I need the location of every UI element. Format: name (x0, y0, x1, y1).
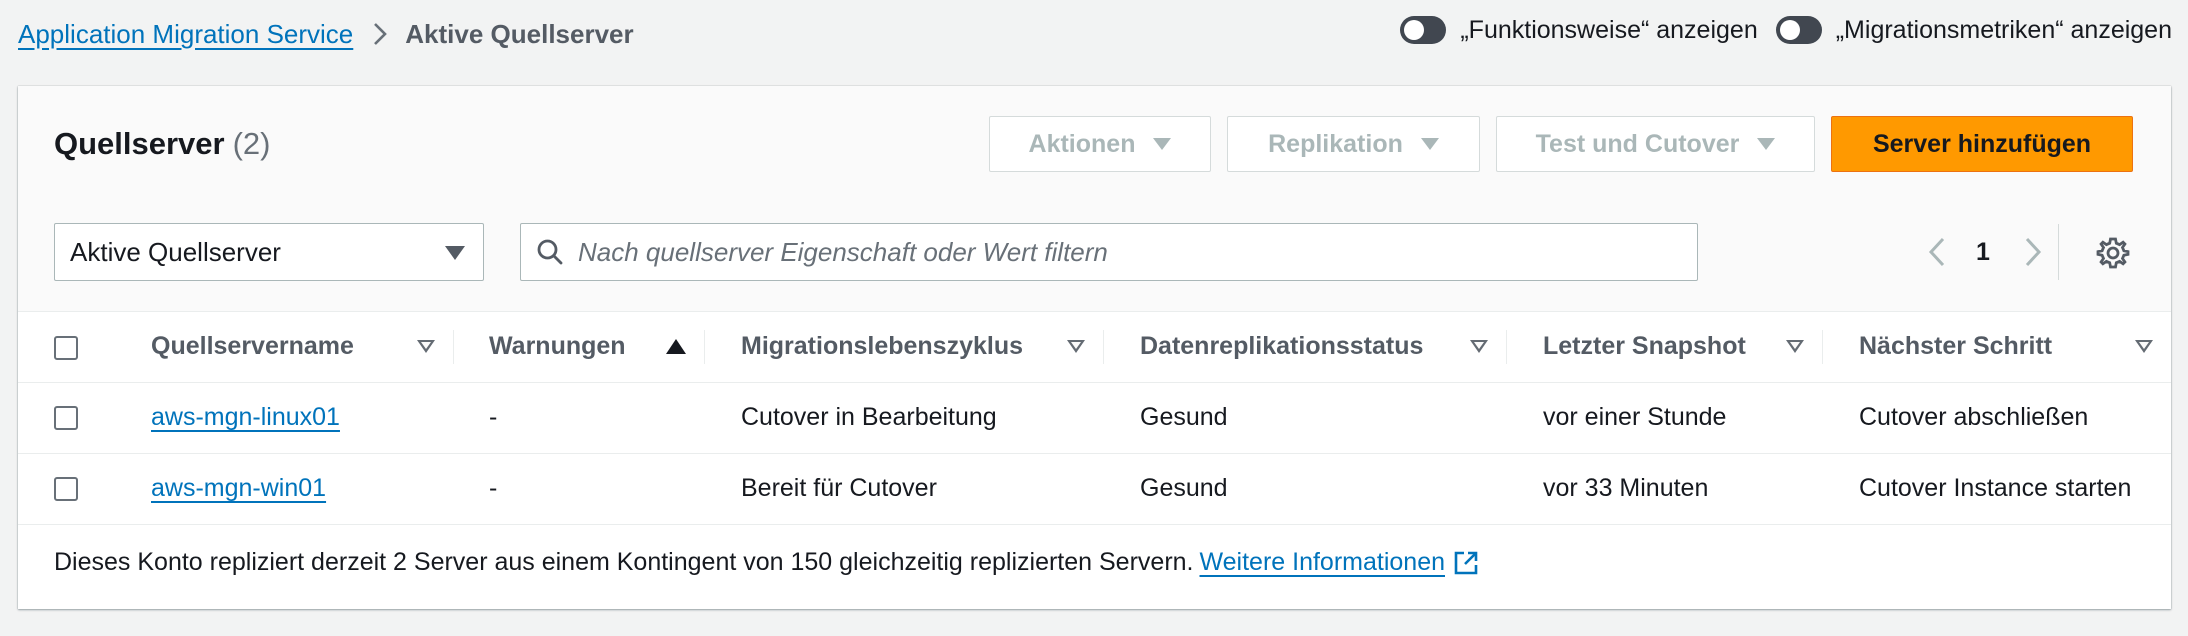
sort-icon (417, 340, 435, 354)
lifecycle-cell: Bereit für Cutover (704, 453, 1103, 525)
chevron-right-icon (373, 22, 388, 46)
quota-footer: Dieses Konto repliziert derzeit 2 Server… (54, 548, 1479, 577)
current-page[interactable]: 1 (1976, 238, 1990, 267)
col-warnings[interactable]: Warnungen (453, 312, 704, 383)
breadcrumb-link-service[interactable]: Application Migration Service (18, 19, 353, 50)
sort-icon (1786, 340, 1804, 354)
select-all-cell (18, 312, 151, 383)
pagination: 1 (1928, 223, 2042, 281)
test-cutover-label: Test und Cutover (1535, 129, 1740, 158)
table-header-row: Quellservername Warnungen Migrationslebe… (18, 312, 2171, 383)
toggle-migration-metrics: „Migrationsmetriken“ anzeigen (1775, 15, 2172, 45)
col-replication[interactable]: Datenreplikationsstatus (1103, 312, 1506, 383)
next-page-icon[interactable] (2024, 237, 2042, 267)
sort-icon (2135, 340, 2153, 354)
sort-icon (1067, 340, 1085, 354)
actions-label: Aktionen (1028, 129, 1136, 158)
col-snapshot[interactable]: Letzter Snapshot (1506, 312, 1822, 383)
row-select-cell (18, 453, 151, 525)
table-row[interactable]: aws-mgn-win01 - Bereit für Cutover Gesun… (18, 453, 2171, 525)
external-link-icon[interactable] (1453, 550, 1479, 576)
replication-cell: Gesund (1103, 453, 1506, 525)
lifecycle-cell: Cutover in Bearbeitung (704, 382, 1103, 454)
breadcrumb-current: Aktive Quellserver (405, 18, 634, 49)
caret-down-icon (1153, 138, 1172, 150)
breadcrumb: Application Migration Service Aktive Que… (18, 16, 634, 52)
migration-metrics-label: „Migrationsmetriken“ anzeigen (1835, 15, 2172, 44)
search-input[interactable] (578, 236, 1678, 268)
warnings-cell: - (453, 382, 704, 454)
col-name[interactable]: Quellservername (151, 312, 453, 383)
sort-icon (1470, 340, 1488, 354)
learn-more-link[interactable]: Weitere Informationen (1200, 548, 1446, 577)
next-step-cell: Cutover Instance starten (1822, 453, 2171, 525)
col-lifecycle[interactable]: Migrationslebenszyklus (704, 312, 1103, 383)
add-server-button[interactable]: Server hinzufügen (1831, 116, 2133, 172)
col-snapshot-label: Letzter Snapshot (1543, 332, 1746, 361)
row-select-cell (18, 382, 151, 454)
quota-text: Dieses Konto repliziert derzeit 2 Server… (54, 548, 1194, 576)
caret-down-icon (1420, 138, 1439, 150)
how-it-works-label: „Funktionsweise“ anzeigen (1460, 15, 1758, 44)
row-checkbox[interactable] (54, 477, 78, 502)
replication-button[interactable]: Replikation (1227, 116, 1480, 172)
col-next-step[interactable]: Nächster Schritt (1822, 312, 2171, 383)
col-lifecycle-label: Migrationslebenszyklus (741, 332, 1024, 361)
server-name-cell: aws-mgn-win01 (151, 453, 453, 525)
replication-label: Replikation (1268, 129, 1403, 158)
page-title: Quellserver (2) (54, 126, 271, 162)
toggle-how-it-works: „Funktionsweise“ anzeigen (1400, 15, 1758, 45)
pager-divider (2058, 224, 2059, 280)
caret-down-icon (445, 246, 465, 260)
col-next-step-label: Nächster Schritt (1859, 332, 2053, 361)
search-box (520, 223, 1698, 281)
source-servers-table: Quellservername Warnungen Migrationslebe… (18, 312, 2171, 525)
add-server-label: Server hinzufügen (1872, 129, 2092, 158)
migration-metrics-toggle[interactable] (1775, 16, 1822, 44)
test-cutover-button[interactable]: Test und Cutover (1496, 116, 1815, 172)
replication-cell: Gesund (1103, 382, 1506, 454)
server-name-cell: aws-mgn-linux01 (151, 382, 453, 454)
view-toggles: „Funktionsweise“ anzeigen „Migrationsmet… (1400, 12, 2172, 48)
title-text: Quellserver (54, 126, 225, 161)
row-checkbox[interactable] (54, 406, 78, 431)
source-servers-panel: Quellserver (2) Aktionen Replikation Test… (18, 86, 2171, 609)
col-name-label: Quellservername (151, 332, 354, 361)
table-row[interactable]: aws-mgn-linux01 - Cutover in Bearbeitung… (18, 382, 2171, 454)
prev-page-icon[interactable] (1928, 237, 1946, 267)
search-icon (536, 238, 564, 266)
col-warnings-label: Warnungen (489, 332, 626, 361)
select-all-checkbox[interactable] (54, 335, 78, 360)
server-state-value: Aktive Quellserver (70, 236, 281, 267)
snapshot-cell: vor 33 Minuten (1506, 453, 1822, 525)
actions-button[interactable]: Aktionen (989, 116, 1211, 172)
next-step-cell: Cutover abschließen (1822, 382, 2171, 454)
panel-header: Quellserver (2) Aktionen Replikation Test… (18, 86, 2171, 312)
server-name-link[interactable]: aws-mgn-linux01 (151, 403, 340, 431)
caret-down-icon (1757, 138, 1776, 150)
server-count: (2) (232, 126, 271, 161)
sort-ascending-icon (666, 339, 686, 355)
snapshot-cell: vor einer Stunde (1506, 382, 1822, 454)
server-state-select[interactable]: Aktive Quellserver (54, 223, 484, 281)
how-it-works-toggle[interactable] (1400, 16, 1447, 44)
warnings-cell: - (453, 453, 704, 525)
server-name-link[interactable]: aws-mgn-win01 (151, 474, 326, 502)
col-replication-label: Datenreplikationsstatus (1140, 332, 1424, 361)
settings-gear-icon[interactable] (2096, 236, 2130, 270)
top-bar: Application Migration Service Aktive Que… (0, 0, 2188, 66)
